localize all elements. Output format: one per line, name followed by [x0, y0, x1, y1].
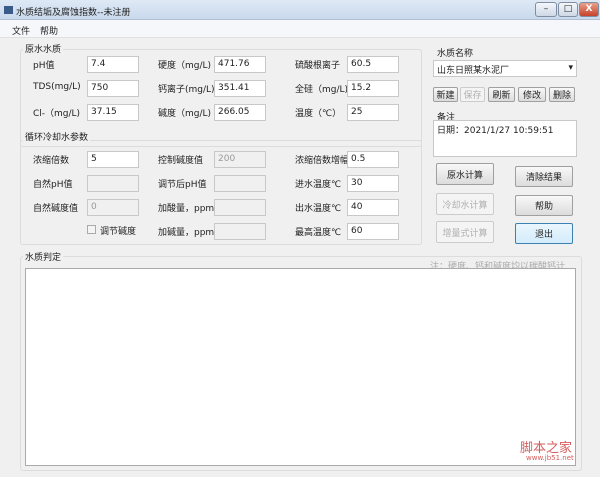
- cooling-input[interactable]: 0.5: [347, 151, 399, 168]
- cooling-input[interactable]: 30: [347, 175, 399, 192]
- cooling-input[interactable]: 5: [87, 151, 139, 168]
- save-button[interactable]: 保存: [460, 87, 485, 102]
- watermark-url: www.jb51.net: [526, 454, 574, 462]
- raw-water-input[interactable]: 60.5: [347, 56, 399, 73]
- raw-water-input[interactable]: 25: [347, 104, 399, 121]
- raw-water-label: TDS(mg/L): [33, 82, 81, 92]
- cooling-label: 最高温度℃: [295, 228, 342, 238]
- dropdown-arrow-icon: ▾: [568, 63, 573, 73]
- cooling-input[interactable]: 200: [214, 151, 266, 168]
- window-title: 水质结垢及腐蚀指数--未注册: [16, 8, 131, 18]
- menu-bar: 文件 帮助: [0, 20, 600, 38]
- raw-water-label: pH值: [33, 61, 55, 71]
- menu-help[interactable]: 帮助: [40, 24, 58, 37]
- cooling-label: 浓缩倍数增幅: [295, 156, 350, 166]
- raw-water-title: 原水水质: [23, 42, 64, 55]
- raw-water-label: 全硅（mg/L): [295, 85, 349, 95]
- raw-water-label: 钙离子(mg/L): [158, 85, 215, 95]
- raw-water-input[interactable]: 15.2: [347, 80, 399, 97]
- raw-water-label: Cl-（mg/L): [33, 109, 81, 119]
- raw-water-label: 碱度（mg/L): [158, 109, 212, 119]
- cooling-input[interactable]: [214, 199, 266, 216]
- water-name-value: 山东日照某水泥厂: [437, 66, 510, 76]
- cooling-label: 自然pH值: [33, 180, 73, 190]
- water-name-select[interactable]: 山东日照某水泥厂 ▾: [433, 60, 577, 77]
- modify-button[interactable]: 修改: [518, 87, 546, 102]
- cooling-water-calc-button[interactable]: 冷却水计算: [436, 193, 494, 215]
- cooling-label: 自然碱度值: [33, 204, 79, 214]
- refresh-button[interactable]: 刷新: [488, 87, 515, 102]
- clear-results-button[interactable]: 清除结果: [515, 166, 573, 187]
- raw-water-calc-button[interactable]: 原水计算: [436, 163, 494, 185]
- raw-water-input[interactable]: 266.05: [214, 104, 266, 121]
- menu-file[interactable]: 文件: [12, 24, 30, 37]
- cooling-input[interactable]: [214, 223, 266, 240]
- cooling-title: 循环冷却水参数: [23, 130, 91, 143]
- adjust-alkalinity-checkbox[interactable]: [87, 225, 96, 234]
- close-button[interactable]: X: [579, 2, 599, 17]
- title-bar: 水质结垢及腐蚀指数--未注册 – □ X: [0, 0, 600, 20]
- result-title: 水质判定: [23, 250, 64, 263]
- raw-water-input[interactable]: 471.76: [214, 56, 266, 73]
- note-value: 日期：2021/1/27 10:59:51: [437, 126, 554, 136]
- cooling-input[interactable]: 60: [347, 223, 399, 240]
- cooling-label: 出水温度℃: [295, 204, 342, 214]
- raw-water-input[interactable]: 37.15: [87, 104, 139, 121]
- raw-water-input[interactable]: 7.4: [87, 56, 139, 73]
- cooling-label: 调节后pH值: [158, 180, 207, 190]
- incremental-calc-button[interactable]: 增量式计算: [436, 221, 494, 243]
- new-button[interactable]: 新建: [433, 87, 458, 102]
- raw-water-label: 硫酸根离子: [295, 61, 341, 71]
- exit-button[interactable]: 退出: [515, 223, 573, 244]
- cooling-input[interactable]: 40: [347, 199, 399, 216]
- raw-water-label: 硬度（mg/L): [158, 61, 212, 71]
- cooling-input[interactable]: [87, 175, 139, 192]
- raw-water-label: 温度（℃）: [295, 109, 342, 119]
- adjust-alkalinity-label: 调节碱度: [100, 227, 137, 237]
- app-icon: [4, 6, 13, 14]
- result-textarea[interactable]: [25, 268, 576, 466]
- cooling-label: 加酸量，ppm: [158, 204, 215, 214]
- cooling-label: 进水温度℃: [295, 180, 342, 190]
- delete-button[interactable]: 删除: [549, 87, 575, 102]
- cooling-input[interactable]: [214, 175, 266, 192]
- raw-water-input[interactable]: 351.41: [214, 80, 266, 97]
- cooling-label: 浓缩倍数: [33, 156, 70, 166]
- note-textarea[interactable]: 日期：2021/1/27 10:59:51: [433, 120, 577, 157]
- raw-water-input[interactable]: 750: [87, 80, 139, 97]
- cooling-input[interactable]: 0: [87, 199, 139, 216]
- cooling-label: 加碱量，ppm: [158, 228, 215, 238]
- maximize-button[interactable]: □: [558, 2, 578, 17]
- help-button[interactable]: 帮助: [515, 195, 573, 216]
- cooling-label: 控制碱度值: [158, 156, 204, 166]
- minimize-button[interactable]: –: [535, 2, 557, 17]
- water-name-label: 水质名称: [437, 49, 474, 59]
